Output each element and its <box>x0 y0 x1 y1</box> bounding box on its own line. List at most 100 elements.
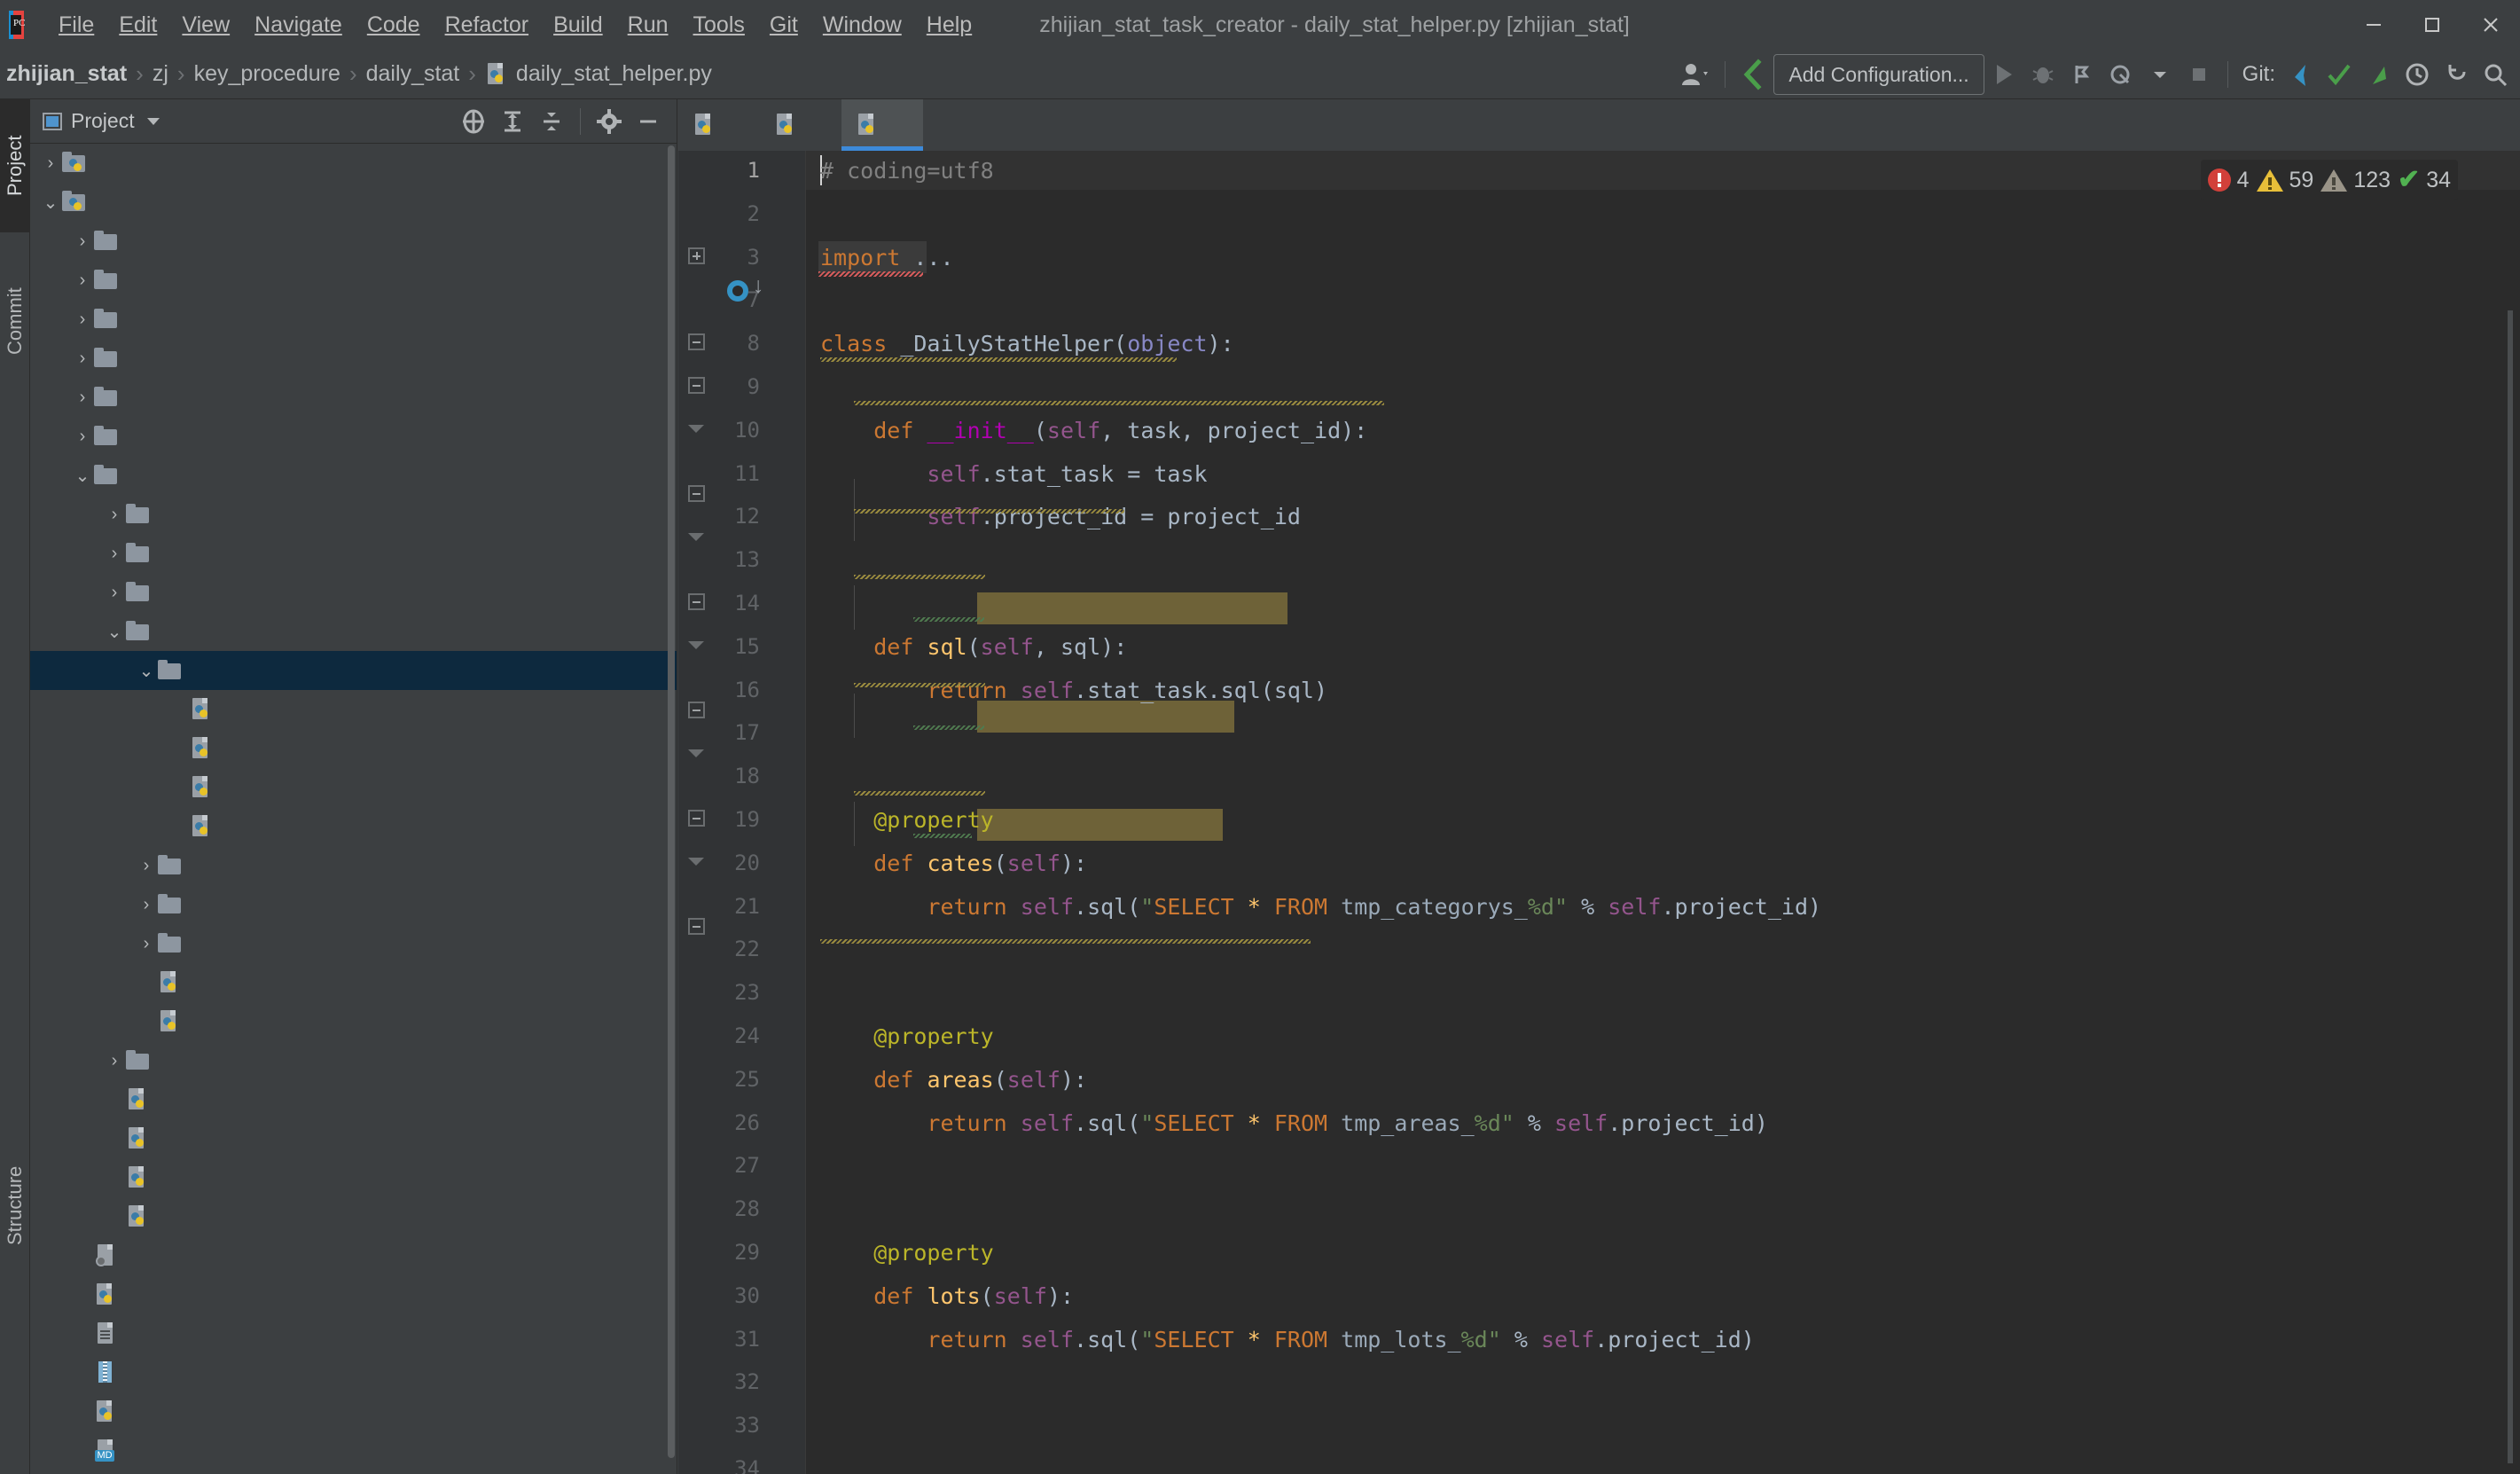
code-line-3[interactable]: import ... <box>820 245 954 270</box>
coverage-icon[interactable] <box>2062 54 2101 95</box>
menu-file[interactable]: File <box>46 0 106 50</box>
chevron-down-icon[interactable]: ⌄ <box>103 621 126 643</box>
history-icon[interactable] <box>2398 54 2437 95</box>
chevron-right-icon[interactable]: › <box>135 856 158 876</box>
git-commit-icon[interactable] <box>2320 54 2359 95</box>
sidebar-item-project[interactable]: Project <box>0 99 30 232</box>
tree-node-sql[interactable]: › <box>30 417 677 456</box>
code-line-8[interactable]: class _DailyStatHelper(object): <box>820 331 1234 357</box>
tree-node--init-py[interactable]: › <box>30 690 677 729</box>
fold-marker-collapse-icon[interactable] <box>687 809 705 827</box>
fold-marker-end-icon[interactable] <box>687 419 705 437</box>
tree-node--init-py[interactable]: › <box>30 1080 677 1119</box>
tree-node-rebuild-partner-daily-stat[interactable]: › <box>30 924 677 963</box>
tree-node-measure[interactable]: › <box>30 1041 677 1080</box>
code-line-19[interactable]: @property <box>820 807 993 833</box>
fold-marker-end-icon[interactable] <box>687 744 705 762</box>
fold-marker-end-icon[interactable] <box>687 852 705 870</box>
minimize-button[interactable] <box>2344 0 2403 50</box>
tree-node-key-procedure[interactable]: ⌄ <box>30 612 677 651</box>
editor-tab-run-py[interactable] <box>678 99 760 151</box>
breadcrumb-item-zj[interactable]: zj <box>146 61 175 87</box>
git-pull-icon[interactable] <box>2281 54 2320 95</box>
menu-edit[interactable]: Edit <box>106 0 169 50</box>
chevron-right-icon[interactable]: › <box>71 310 94 330</box>
chevron-right-icon[interactable]: › <box>103 544 126 564</box>
tree-node--gitignore[interactable]: › <box>30 1236 677 1275</box>
search-icon[interactable] <box>2476 54 2515 95</box>
profile-icon[interactable] <box>2101 54 2140 95</box>
sidebar-item-structure[interactable]: Structure <box>0 1124 30 1288</box>
add-configuration-button[interactable]: Add Configuration... <box>1773 54 1984 95</box>
tree-node-ontime-stat[interactable]: › <box>30 885 677 924</box>
code-line-15[interactable]: def sql(self, sql): <box>820 634 1127 660</box>
tree-node-run-task-py[interactable]: › <box>30 1470 677 1474</box>
vcs-update-icon[interactable] <box>1734 54 1773 95</box>
code-line-24[interactable]: @property <box>820 1023 993 1049</box>
passed-count-item[interactable]: ✔ 34 <box>2398 167 2451 193</box>
settings-gear-icon[interactable] <box>590 102 629 141</box>
tree-node-daily-user-workload-stat[interactable]: › <box>30 846 677 885</box>
tree-node-partner-stat-helper-py[interactable]: › <box>30 768 677 807</box>
chevron-right-icon[interactable]: › <box>103 505 126 525</box>
close-button[interactable] <box>2461 0 2520 50</box>
code-line-31[interactable]: return self.sql("SELECT * FROM tmp_lots_… <box>820 1327 1754 1352</box>
menu-navigate[interactable]: Navigate <box>242 0 355 50</box>
project-scrollbar[interactable] <box>668 145 675 1458</box>
tree-node-simplejson[interactable]: › <box>30 378 677 417</box>
locate-icon[interactable] <box>454 102 493 141</box>
tree-node-zj[interactable]: ⌄ <box>30 456 677 495</box>
hide-panel-icon[interactable] <box>629 102 668 141</box>
code-line-1[interactable]: # coding=utf8 <box>820 158 994 184</box>
tree-node-readme-md[interactable]: ›MD <box>30 1431 677 1470</box>
debug-icon[interactable] <box>2023 54 2062 95</box>
fold-marker-end-icon[interactable] <box>687 528 705 545</box>
tree-node-consts[interactable]: › <box>30 534 677 573</box>
code-line-12[interactable]: self.project_id = project_id <box>820 504 1301 529</box>
chevron-down-icon[interactable]: ⌄ <box>135 660 158 682</box>
tree-node-key-procedure-stat-daily-base-py[interactable]: › <box>30 1002 677 1041</box>
code-line-16[interactable]: return self.stat_task.sql(sql) <box>820 678 1327 703</box>
menu-build[interactable]: Build <box>541 0 615 50</box>
editor-fold-gutter[interactable] <box>771 151 806 1474</box>
chevron-right-icon[interactable]: › <box>103 1051 126 1071</box>
chevron-right-icon[interactable]: › <box>71 231 94 252</box>
code-line-11[interactable]: self.stat_task = task <box>820 461 1207 487</box>
breadcrumb-item-key-procedure[interactable]: key_procedure <box>188 61 347 87</box>
code-line-10[interactable]: def __init__(self, task, project_id): <box>820 418 1367 443</box>
menu-tools[interactable]: Tools <box>681 0 757 50</box>
tree-node-gen-conf-py[interactable]: › <box>30 1275 677 1314</box>
editor-tab--init-py[interactable] <box>760 99 841 151</box>
chevron-right-icon[interactable]: › <box>135 895 158 915</box>
code-line-20[interactable]: def cates(self): <box>820 851 1087 876</box>
breadcrumb-item-daily-stat[interactable]: daily_stat <box>360 61 466 87</box>
tree-node-zhijian-stat[interactable]: ⌄ <box>30 183 677 222</box>
chevron-right-icon[interactable]: › <box>71 270 94 291</box>
fold-marker-end-icon[interactable] <box>687 636 705 654</box>
sidebar-item-commit[interactable]: Commit <box>0 250 30 392</box>
weak-warning-count-item[interactable]: 123 <box>2320 168 2391 193</box>
chevron-right-icon[interactable]: › <box>71 388 94 408</box>
menu-run[interactable]: Run <box>615 0 681 50</box>
code-line-26[interactable]: return self.sql("SELECT * FROM tmp_areas… <box>820 1110 1767 1136</box>
fold-marker-collapse-icon[interactable] <box>687 701 705 718</box>
warning-count-item[interactable]: 59 <box>2256 168 2313 193</box>
menu-refactor[interactable]: Refactor <box>433 0 541 50</box>
chevron-right-icon[interactable]: › <box>103 583 126 603</box>
tree-node-conf[interactable]: › <box>30 261 677 300</box>
tree-node-conf-py[interactable]: › <box>30 1119 677 1158</box>
rollback-icon[interactable] <box>2437 54 2476 95</box>
maximize-button[interactable] <box>2403 0 2461 50</box>
tree-node-package-zip[interactable]: › <box>30 1353 677 1392</box>
breadcrumb-item-project[interactable]: zhijian_stat <box>0 61 133 87</box>
tree-node-stat-old-product[interactable]: › <box>30 144 677 183</box>
chevron-right-icon[interactable]: › <box>71 349 94 369</box>
menu-code[interactable]: Code <box>355 0 433 50</box>
editor-scrollbar[interactable] <box>2508 310 2513 1463</box>
class-gutter-marker-icon[interactable] <box>727 280 748 302</box>
fold-marker-collapse-icon[interactable] <box>687 917 705 935</box>
tree-node-redis[interactable]: › <box>30 339 677 378</box>
tree-node-makefile[interactable]: › <box>30 1314 677 1353</box>
tree-node-unit-py[interactable]: › <box>30 807 677 846</box>
collapse-all-icon[interactable] <box>532 102 571 141</box>
